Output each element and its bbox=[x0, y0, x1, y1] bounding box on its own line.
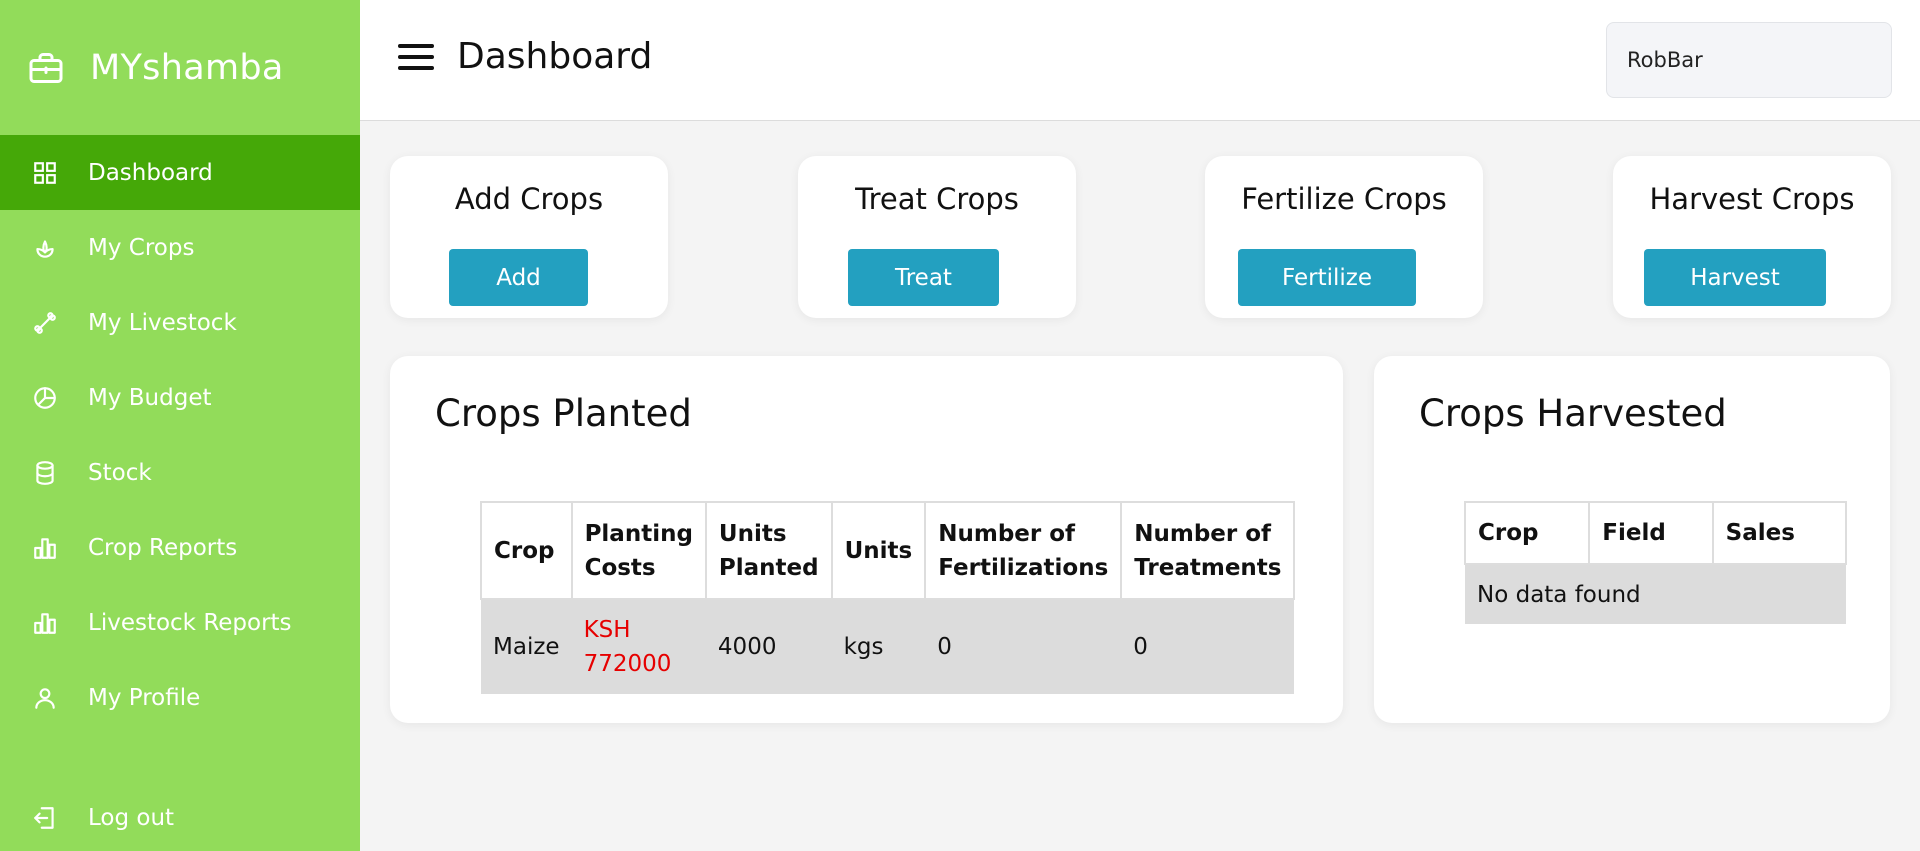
logout-icon bbox=[32, 805, 58, 831]
sidebar-item-label: My Crops bbox=[88, 234, 195, 261]
sidebar-item-label: My Budget bbox=[88, 384, 212, 411]
crops-harvested-table: Crop Field Sales No data found bbox=[1463, 501, 1848, 624]
fertilize-crops-card: Fertilize Crops Fertilize bbox=[1205, 156, 1483, 318]
sidebar-item-crop-reports[interactable]: Crop Reports bbox=[0, 510, 360, 585]
table-cell: 4000 bbox=[705, 599, 832, 694]
harvest-button[interactable]: Harvest bbox=[1644, 249, 1826, 306]
sidebar-item-label: Crop Reports bbox=[88, 534, 238, 561]
table-row: No data found bbox=[1465, 564, 1846, 624]
sidebar-item-label: My Livestock bbox=[88, 309, 237, 336]
sidebar-item-label: Dashboard bbox=[88, 159, 213, 186]
treat-crops-card: Treat Crops Treat bbox=[798, 156, 1076, 318]
sidebar-item-dashboard[interactable]: Dashboard bbox=[0, 135, 360, 210]
panel-title: Crops Harvested bbox=[1419, 392, 1727, 435]
briefcase-icon bbox=[29, 52, 63, 83]
column-header: Number of Treatments bbox=[1120, 501, 1296, 600]
user-icon bbox=[32, 685, 58, 711]
crops-planted-table: Crop Planting Costs Units Planted Units … bbox=[480, 501, 1296, 694]
column-header: Field bbox=[1588, 501, 1714, 565]
bar-chart-icon bbox=[32, 610, 58, 636]
top-bar: Dashboard RobBar bbox=[360, 0, 1920, 121]
bone-icon bbox=[32, 310, 58, 336]
treat-button[interactable]: Treat bbox=[848, 249, 999, 306]
sidebar-item-label: Stock bbox=[88, 459, 152, 486]
sidebar-item-my-budget[interactable]: My Budget bbox=[0, 360, 360, 435]
sidebar-item-label: Livestock Reports bbox=[88, 609, 292, 636]
panel-title: Crops Planted bbox=[435, 392, 692, 435]
sidebar-nav: Dashboard My Crops My Livestock My Budge… bbox=[0, 135, 360, 735]
logout-label: Log out bbox=[88, 804, 175, 831]
table-header-row: Crop Field Sales bbox=[1463, 501, 1848, 565]
bar-chart-icon bbox=[32, 535, 58, 561]
brand[interactable]: MYshamba bbox=[0, 0, 360, 135]
column-header: Sales bbox=[1711, 501, 1848, 565]
pie-chart-icon bbox=[32, 385, 58, 411]
sprout-icon bbox=[32, 235, 58, 261]
table-cell: 0 bbox=[1121, 599, 1295, 694]
table-cell: Maize bbox=[481, 599, 572, 694]
table-cell: kgs bbox=[831, 599, 926, 694]
column-header: Number of Fertilizations bbox=[924, 501, 1123, 600]
logout-button[interactable]: Log out bbox=[0, 780, 360, 851]
database-icon bbox=[32, 460, 58, 486]
add-button[interactable]: Add bbox=[449, 249, 588, 306]
empty-message: No data found bbox=[1465, 564, 1846, 624]
column-header: Units bbox=[830, 501, 927, 600]
column-header: Units Planted bbox=[704, 501, 833, 600]
page-title: Dashboard bbox=[457, 36, 653, 77]
sidebar-item-my-livestock[interactable]: My Livestock bbox=[0, 285, 360, 360]
table-row[interactable]: Maize KSH 772000 4000 kgs 0 0 bbox=[481, 599, 1295, 694]
add-crops-card: Add Crops Add bbox=[390, 156, 668, 318]
card-title: Harvest Crops bbox=[1649, 182, 1855, 216]
table-header-row: Crop Planting Costs Units Planted Units … bbox=[480, 501, 1296, 600]
column-header: Crop bbox=[480, 501, 573, 600]
card-title: Add Crops bbox=[454, 182, 604, 216]
crops-planted-panel: Crops Planted Crop Planting Costs Units … bbox=[390, 356, 1343, 723]
table-cell: 0 bbox=[925, 599, 1122, 694]
sidebar-item-my-profile[interactable]: My Profile bbox=[0, 660, 360, 735]
sidebar-item-label: My Profile bbox=[88, 684, 201, 711]
fertilize-button[interactable]: Fertilize bbox=[1238, 249, 1416, 306]
sidebar: MYshamba Dashboard My Crops My Livestock… bbox=[0, 0, 360, 851]
column-header: Planting Costs bbox=[570, 501, 707, 600]
user-menu[interactable]: RobBar bbox=[1606, 22, 1892, 98]
grid-icon bbox=[32, 160, 58, 186]
crops-harvested-panel: Crops Harvested Crop Field Sales No data… bbox=[1374, 356, 1890, 723]
sidebar-item-my-crops[interactable]: My Crops bbox=[0, 210, 360, 285]
sidebar-item-stock[interactable]: Stock bbox=[0, 435, 360, 510]
column-header: Crop bbox=[1463, 501, 1591, 565]
card-title: Fertilize Crops bbox=[1241, 182, 1447, 216]
planting-cost-cell: KSH 772000 bbox=[571, 599, 706, 694]
harvest-crops-card: Harvest Crops Harvest bbox=[1613, 156, 1891, 318]
brand-name: MYshamba bbox=[90, 47, 284, 88]
card-title: Treat Crops bbox=[855, 182, 1019, 216]
hamburger-menu-icon[interactable] bbox=[398, 44, 434, 74]
sidebar-item-livestock-reports[interactable]: Livestock Reports bbox=[0, 585, 360, 660]
